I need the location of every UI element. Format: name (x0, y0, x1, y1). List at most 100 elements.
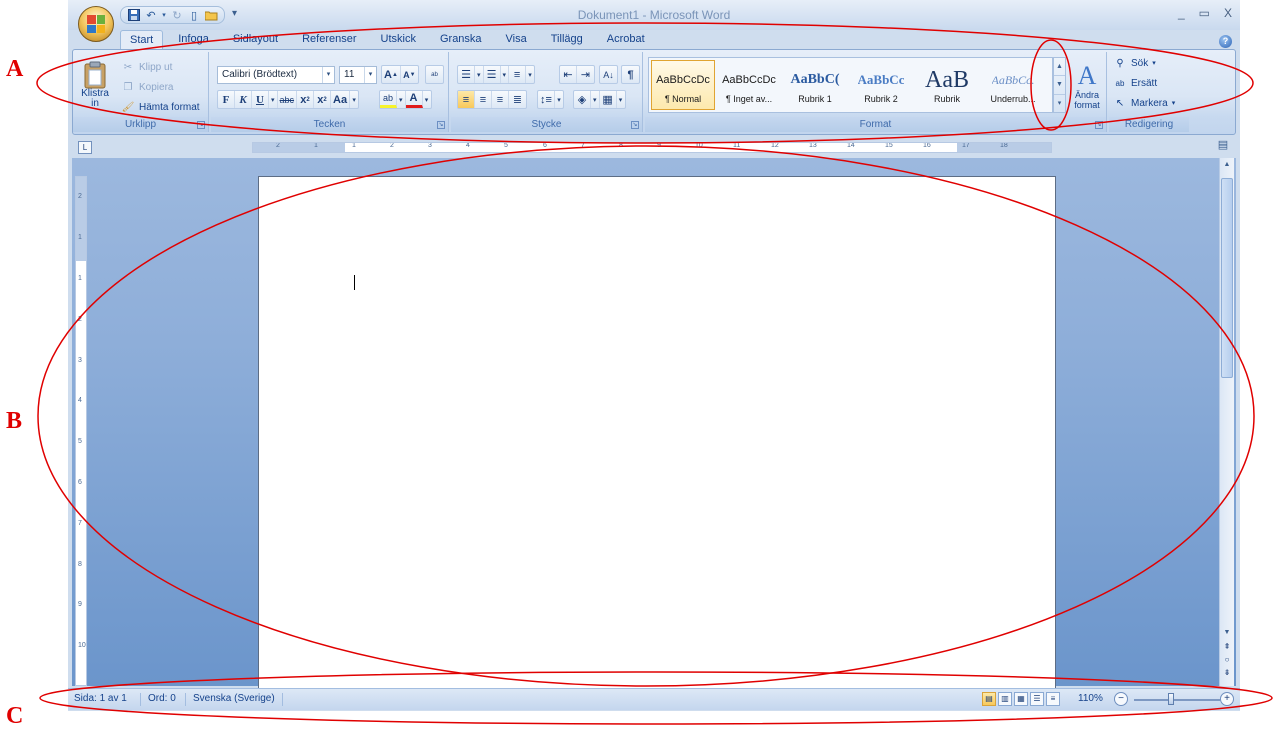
numbering-dropdown-icon[interactable]: ▾ (501, 66, 510, 83)
bold-icon[interactable]: F (218, 91, 235, 108)
select-dropdown-icon[interactable]: ▾ (1172, 99, 1176, 107)
outline-icon[interactable]: ☰ (1030, 692, 1044, 706)
shading-dropdown-icon[interactable]: ▾ (591, 91, 600, 108)
find-dropdown-icon[interactable]: ▾ (1152, 59, 1156, 67)
gallery-more-icon[interactable]: ▾ (1054, 95, 1065, 112)
shrink-font-icon[interactable]: A ▼ (401, 66, 418, 83)
multilevel-list-icon[interactable]: ≡ (509, 66, 527, 83)
cut-button[interactable]: ✂ Klipp ut (121, 60, 173, 74)
tab-selector-button[interactable]: L (78, 141, 92, 154)
help-icon[interactable]: ? (1219, 35, 1232, 48)
shading-icon[interactable]: ◈ (574, 91, 591, 108)
change-styles-button[interactable]: A Ändra format (1069, 56, 1105, 116)
tab-sidlayout[interactable]: Sidlayout (224, 30, 287, 50)
maximize-button[interactable]: ▭ (1199, 6, 1210, 20)
align-left-icon[interactable]: ≡ (458, 91, 475, 108)
page-count[interactable]: Sida: 1 av 1 (74, 693, 127, 704)
underline-dropdown-icon[interactable]: ▾ (269, 91, 278, 108)
style-subtitle[interactable]: AaBbCc. Underrub... (981, 60, 1045, 110)
tab-start[interactable]: Start (120, 30, 164, 50)
select-button[interactable]: ↖ Markera ▾ (1113, 96, 1175, 110)
line-spacing-dropdown-icon[interactable]: ▾ (555, 91, 563, 108)
underline-icon[interactable]: U (252, 91, 269, 108)
line-spacing-icon[interactable]: ↕≡ (538, 91, 555, 108)
sort-icon[interactable]: A↓ (600, 66, 617, 83)
grow-font-icon[interactable]: A ▲ (382, 66, 401, 83)
font-color-dropdown-icon[interactable]: ▾ (423, 91, 431, 108)
clear-formatting-icon[interactable]: ᵃᵇ (426, 66, 443, 83)
minimize-button[interactable]: _ (1178, 6, 1185, 20)
zoom-level[interactable]: 110% (1078, 693, 1103, 704)
document-page[interactable] (258, 176, 1056, 696)
find-button[interactable]: ⚲ Sök ▾ (1113, 56, 1156, 70)
increase-indent-icon[interactable]: ⇥ (577, 66, 594, 83)
style-no-spacing[interactable]: AaBbCcDc ¶ Inget av... (717, 60, 781, 110)
zoom-slider-thumb[interactable] (1168, 693, 1174, 705)
tab-visa[interactable]: Visa (497, 30, 536, 50)
view-ruler-icon[interactable]: ▤ (1216, 138, 1230, 154)
vertical-ruler[interactable]: 2 1 1 2 3 4 5 6 7 8 9 10 (75, 176, 87, 686)
word-count[interactable]: Ord: 0 (148, 693, 176, 704)
borders-icon[interactable]: ▦ (600, 91, 617, 108)
bullets-dropdown-icon[interactable]: ▾ (475, 66, 484, 83)
scroll-down-icon[interactable]: ▼ (1220, 626, 1234, 640)
gallery-up-icon[interactable]: ▲ (1054, 58, 1065, 77)
draft-icon[interactable]: ≡ (1046, 692, 1060, 706)
change-case-dropdown-icon[interactable]: ▾ (350, 91, 358, 108)
multilevel-dropdown-icon[interactable]: ▾ (526, 66, 534, 83)
font-size-dropdown-icon[interactable]: ▾ (364, 67, 376, 83)
borders-dropdown-icon[interactable]: ▾ (617, 91, 625, 108)
vertical-scrollbar[interactable]: ▲ ▼ ⇞ ○ ⇟ (1219, 158, 1234, 686)
strikethrough-icon[interactable]: abc (278, 91, 298, 108)
language-indicator[interactable]: Svenska (Sverige) (193, 693, 275, 704)
styles-launcher-icon[interactable]: ↘ (1095, 121, 1103, 129)
format-painter-button[interactable]: 🖌 Hämta format (121, 100, 200, 114)
zoom-slider[interactable] (1134, 699, 1220, 701)
highlight-icon[interactable]: ab (380, 91, 397, 108)
paragraph-launcher-icon[interactable]: ↘ (631, 121, 639, 129)
align-right-icon[interactable]: ≡ (492, 91, 509, 108)
font-launcher-icon[interactable]: ↘ (437, 121, 445, 129)
font-name-dropdown-icon[interactable]: ▾ (322, 67, 334, 83)
subscript-icon[interactable]: x2 (297, 91, 315, 108)
tab-infoga[interactable]: Infoga (169, 30, 218, 50)
previous-page-icon[interactable]: ⇞ (1220, 642, 1234, 654)
office-button[interactable] (78, 6, 114, 42)
tab-referenser[interactable]: Referenser (293, 30, 365, 50)
tab-granska[interactable]: Granska (431, 30, 491, 50)
justify-icon[interactable]: ≣ (509, 91, 526, 108)
pilcrow-icon[interactable]: ¶ (622, 66, 639, 83)
highlight-dropdown-icon[interactable]: ▾ (397, 91, 406, 108)
scroll-up-icon[interactable]: ▲ (1220, 158, 1234, 172)
gallery-down-icon[interactable]: ▼ (1054, 76, 1065, 95)
browse-object-icon[interactable]: ○ (1220, 655, 1234, 667)
superscript-icon[interactable]: x2 (314, 91, 332, 108)
scroll-thumb[interactable] (1221, 178, 1233, 378)
tab-utskick[interactable]: Utskick (372, 30, 425, 50)
clipboard-launcher-icon[interactable]: ↘ (197, 121, 205, 129)
zoom-in-icon[interactable]: + (1220, 692, 1234, 706)
tab-acrobat[interactable]: Acrobat (598, 30, 654, 50)
print-layout-icon[interactable]: ▤ (982, 692, 996, 706)
zoom-out-icon[interactable]: − (1114, 692, 1128, 706)
full-screen-reading-icon[interactable]: ▥ (998, 692, 1012, 706)
style-title[interactable]: AaB Rubrik (915, 60, 979, 110)
font-size-field[interactable]: 11 ▾ (339, 66, 377, 84)
decrease-indent-icon[interactable]: ⇤ (560, 66, 577, 83)
style-heading-2[interactable]: AaBbCc Rubrik 2 (849, 60, 913, 110)
next-page-icon[interactable]: ⇟ (1220, 668, 1234, 680)
web-layout-icon[interactable]: ▦ (1014, 692, 1028, 706)
font-color-icon[interactable]: A (405, 91, 423, 108)
tab-tillagg[interactable]: Tillägg (542, 30, 592, 50)
font-name-field[interactable]: Calibri (Brödtext) ▾ (217, 66, 335, 84)
replace-button[interactable]: ab Ersätt (1113, 76, 1158, 90)
numbering-icon[interactable]: ☰ (484, 66, 501, 83)
horizontal-ruler[interactable]: 2 1 1 2 3 4 5 6 7 8 9 10 11 12 13 14 15 16 17 18 (252, 142, 1052, 153)
style-normal[interactable]: AaBbCcDc ¶ Normal (651, 60, 715, 110)
close-button[interactable]: X (1224, 6, 1232, 20)
align-center-icon[interactable]: ≡ (475, 91, 492, 108)
change-case-icon[interactable]: Aa (331, 91, 351, 108)
italic-icon[interactable]: K (235, 91, 252, 108)
paste-button[interactable]: Klistra in (77, 56, 113, 114)
style-heading-1[interactable]: AaBbC( Rubrik 1 (783, 60, 847, 110)
